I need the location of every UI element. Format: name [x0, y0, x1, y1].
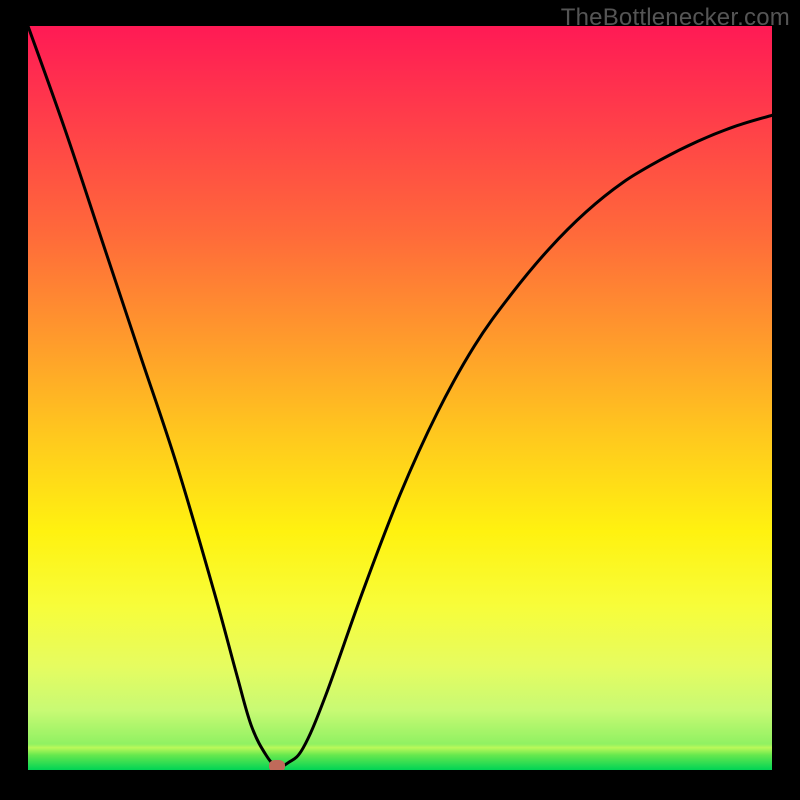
brand-watermark: TheBottlenecker.com — [561, 4, 790, 32]
plot-area — [28, 26, 772, 770]
bottleneck-curve-path — [28, 26, 772, 767]
optimum-marker — [269, 760, 285, 770]
chart-frame: TheBottlenecker.com — [0, 0, 800, 800]
bottleneck-curve — [28, 26, 772, 770]
